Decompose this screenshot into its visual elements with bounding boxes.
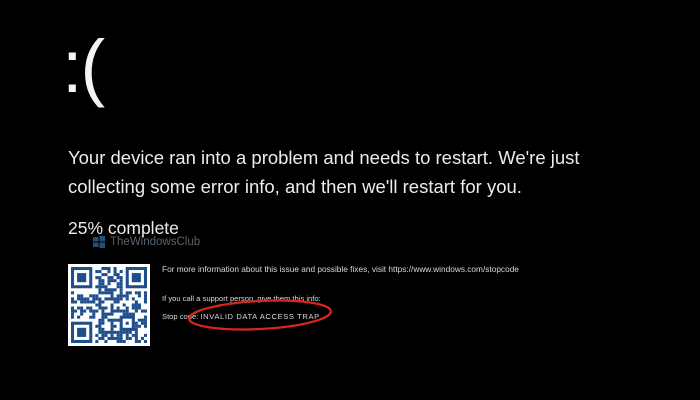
- more-info-text: For more information about this issue an…: [162, 264, 519, 274]
- bsod-screen: :( Your device ran into a problem and ne…: [0, 0, 700, 400]
- stop-code-label: Stop code:: [162, 312, 199, 321]
- error-message: Your device ran into a problem and needs…: [68, 143, 668, 201]
- windows-club-logo-icon: [93, 236, 105, 248]
- watermark: TheWindowsClub: [92, 234, 200, 250]
- support-info-text: If you call a support person, give them …: [162, 294, 321, 303]
- stop-code-line: Stop code: INVALID DATA ACCESS TRAP: [162, 312, 320, 321]
- sad-face-emoticon: :(: [62, 25, 105, 108]
- error-message-line-1: Your device ran into a problem and needs…: [68, 147, 580, 168]
- watermark-text: TheWindowsClub: [110, 236, 201, 248]
- stop-code-value: INVALID DATA ACCESS TRAP: [200, 312, 320, 321]
- error-message-line-2: collecting some error info, and then we'…: [68, 176, 522, 197]
- qr-code-icon: [68, 264, 150, 346]
